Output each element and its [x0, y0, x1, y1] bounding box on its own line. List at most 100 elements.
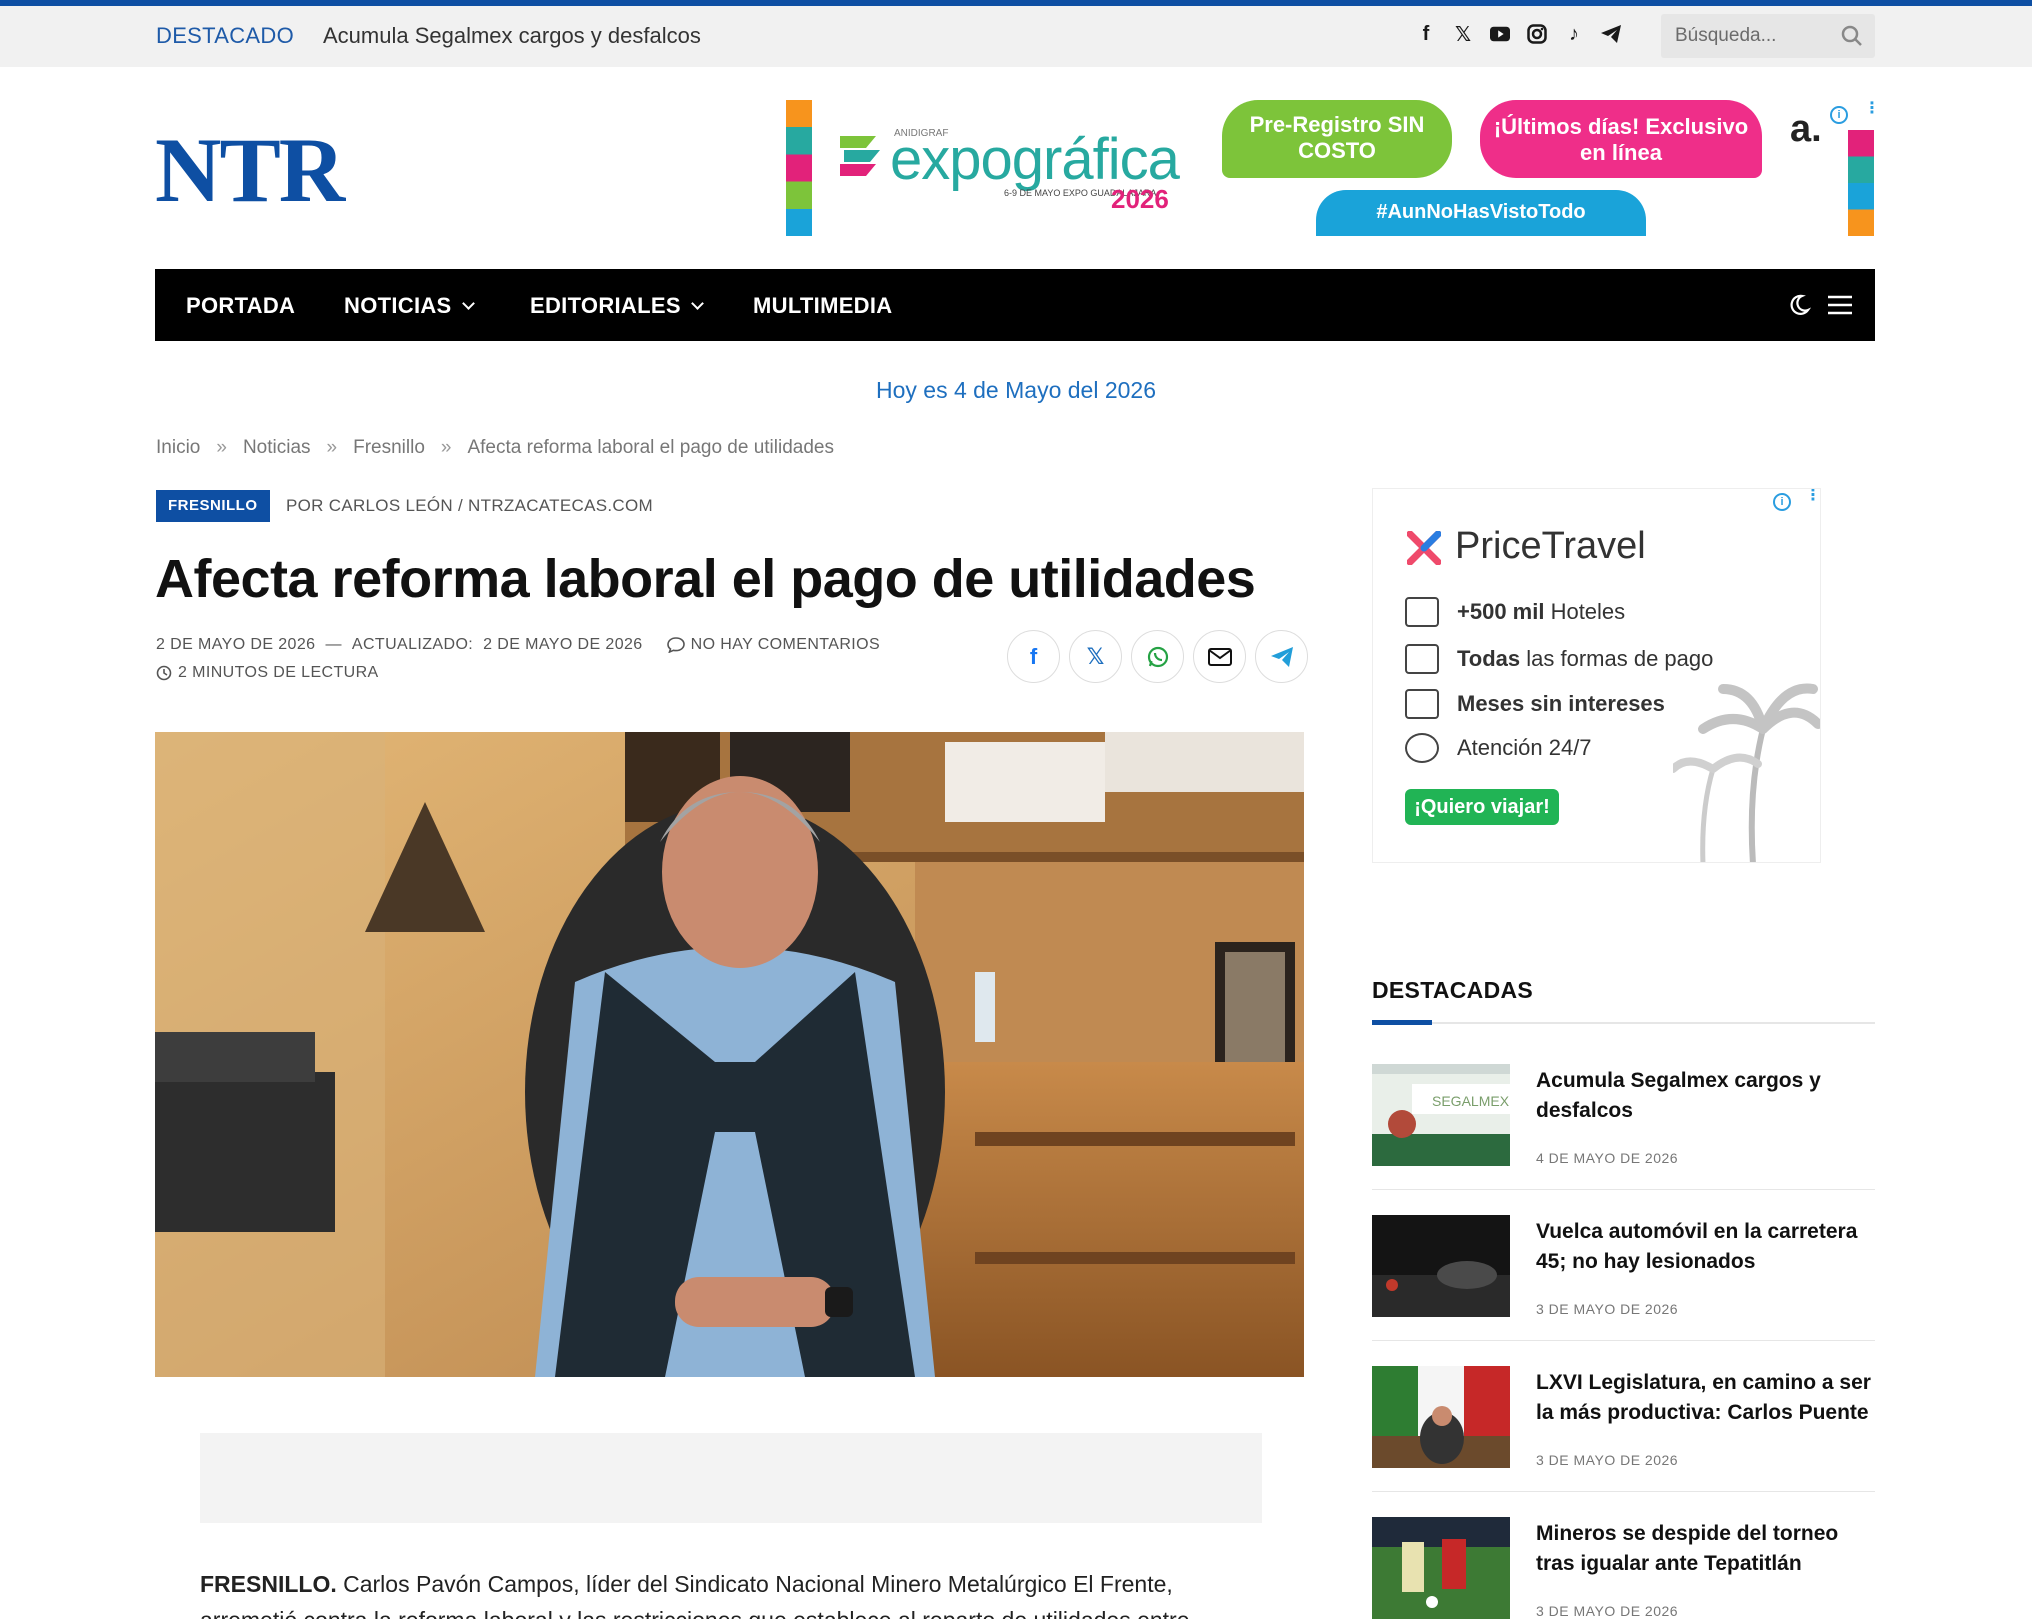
- nav-item-editoriales[interactable]: EDITORIALES: [530, 293, 704, 319]
- dark-mode-toggle-icon[interactable]: [1787, 293, 1811, 317]
- news-thumbnail[interactable]: [1372, 1517, 1510, 1619]
- side-ad-brand: PriceTravel: [1455, 525, 1646, 567]
- nav-item-multimedia[interactable]: MULTIMEDIA: [753, 293, 892, 319]
- article-lead-dateline: FRESNILLO.: [200, 1571, 337, 1597]
- sidebar-title: DESTACADAS: [1372, 977, 1534, 1003]
- news-date: 3 DE MAYO DE 2026: [1536, 1301, 1679, 1317]
- breadcrumb-inicio[interactable]: Inicio: [156, 437, 200, 459]
- list-item[interactable]: Vuelca automóvil en la carretera 45; no …: [1372, 1215, 1875, 1365]
- reading-time: 2 MINUTOS DE LECTURA: [156, 664, 379, 682]
- news-thumbnail[interactable]: [1372, 1215, 1510, 1317]
- share-x-icon[interactable]: 𝕏: [1069, 630, 1122, 683]
- ad-a-logo: a.: [1790, 108, 1822, 150]
- ad-bubble-preregistro: Pre-Registro SIN COSTO: [1222, 100, 1452, 178]
- breadcrumb-separator: »: [216, 437, 227, 458]
- ad-stripe-right: [1848, 130, 1874, 236]
- facebook-icon[interactable]: f: [1416, 20, 1436, 48]
- main-navigation: PORTADA NOTICIAS EDITORIALES MULTIMEDIA: [155, 269, 1875, 341]
- list-divider: [1372, 1340, 1875, 1341]
- ad-hashtag: #AunNoHasVistoTodo: [1316, 190, 1646, 236]
- article-title: Afecta reforma laboral el pago de utilid…: [155, 549, 1256, 609]
- side-ad-row: Atención 24/7: [1405, 733, 1592, 763]
- menu-icon[interactable]: [1828, 295, 1852, 315]
- share-whatsapp-icon[interactable]: [1131, 630, 1184, 683]
- article-body: FRESNILLO. Carlos Pavón Campos, líder de…: [200, 1566, 1262, 1619]
- search-input[interactable]: [1675, 14, 1835, 58]
- destacado-label: DESTACADO: [156, 23, 294, 48]
- meta-dash: —: [325, 636, 342, 653]
- inline-ad-placeholder: [200, 1433, 1262, 1523]
- breadcrumb: Inicio » Noticias » Fresnillo » Afecta r…: [156, 437, 834, 459]
- news-date: 3 DE MAYO DE 2026: [1536, 1452, 1679, 1468]
- breadcrumb-separator: »: [326, 437, 338, 458]
- share-buttons: f 𝕏: [1007, 630, 1308, 683]
- social-links: f 𝕏 ♪: [1416, 20, 1621, 48]
- search-icon[interactable]: [1841, 25, 1863, 47]
- article-featured-image: [155, 732, 1304, 1377]
- ad-brand: expográfica: [890, 127, 1180, 192]
- list-item[interactable]: SEGALMEX Acumula Segalmex cargos y desfa…: [1372, 1064, 1875, 1214]
- news-date: 4 DE MAYO DE 2026: [1536, 1150, 1679, 1166]
- news-title-link[interactable]: LXVI Legislatura, en camino a ser la más…: [1536, 1368, 1875, 1428]
- youtube-icon[interactable]: [1490, 20, 1510, 48]
- bed-icon: [1405, 597, 1439, 627]
- svg-text:SEGALMEX: SEGALMEX: [1432, 1093, 1510, 1109]
- list-item[interactable]: LXVI Legislatura, en camino a ser la más…: [1372, 1366, 1875, 1516]
- sidebar-title-accent: [1372, 1020, 1432, 1025]
- ad-options-icon[interactable]: ⋮: [1864, 101, 1880, 117]
- breadcrumb-separator: »: [440, 437, 452, 458]
- article-byline: POR CARLOS LEÓN / NTRZACATECAS.COM: [286, 496, 653, 515]
- chevron-down-icon: [461, 297, 475, 310]
- tiktok-icon[interactable]: ♪: [1564, 20, 1584, 48]
- top-bar: DESTACADO Acumula Segalmex cargos y desf…: [0, 6, 2032, 67]
- article-meta: 2 DE MAYO DE 2026 — ACTUALIZADO: 2 DE MA…: [156, 636, 880, 654]
- credit-card-icon: [1405, 689, 1439, 719]
- share-facebook-icon[interactable]: f: [1007, 630, 1060, 683]
- support-icon: [1405, 733, 1439, 763]
- news-date: 3 DE MAYO DE 2026: [1536, 1603, 1679, 1619]
- ad-info-icon[interactable]: i: [1830, 106, 1848, 124]
- shopping-bag-icon: [1405, 644, 1439, 674]
- current-date-banner: Hoy es 4 de Mayo del 2026: [875, 377, 1156, 403]
- nav-item-noticias[interactable]: NOTICIAS: [344, 293, 475, 319]
- publish-date: 2 DE MAYO DE 2026: [156, 636, 316, 653]
- updated-label: ACTUALIZADO:: [351, 636, 474, 653]
- breadcrumb-noticias[interactable]: Noticias: [243, 437, 311, 459]
- ad-bubble-ultimos: ¡Últimos días! Exclusivo en línea: [1480, 100, 1762, 178]
- nav-item-portada[interactable]: PORTADA: [186, 293, 295, 319]
- news-title-link[interactable]: Acumula Segalmex cargos y desfalcos: [1536, 1066, 1875, 1126]
- updated-date: 2 DE MAYO DE 2026: [483, 636, 643, 653]
- site-logo[interactable]: NTR: [155, 124, 345, 216]
- category-badge[interactable]: FRESNILLO: [156, 490, 270, 522]
- header-ad-banner[interactable]: ANIDIGRAF expográfica 6-9 DE MAYO EXPO G…: [786, 100, 1880, 236]
- article-lead-text: Carlos Pavón Campos, líder del Sindicato…: [200, 1571, 1190, 1619]
- pricetravel-logo-icon: [1407, 531, 1441, 565]
- comments-link[interactable]: NO HAY COMENTARIOS: [666, 636, 880, 654]
- side-ad-row: Meses sin intereses: [1405, 689, 1665, 719]
- news-thumbnail[interactable]: [1372, 1366, 1510, 1468]
- ad-info-icon[interactable]: i: [1773, 493, 1791, 511]
- share-telegram-icon[interactable]: [1255, 630, 1308, 683]
- news-title-link[interactable]: Mineros se despide del torneo tras igual…: [1536, 1519, 1875, 1579]
- share-email-icon[interactable]: [1193, 630, 1246, 683]
- breadcrumb-current: Afecta reforma laboral el pago de utilid…: [467, 437, 834, 458]
- ad-options-icon[interactable]: ⋮: [1805, 489, 1820, 504]
- list-divider: [1372, 1491, 1875, 1492]
- list-item[interactable]: Mineros se despide del torneo tras igual…: [1372, 1517, 1875, 1619]
- ad-year: 2026: [1111, 184, 1169, 214]
- expo-logo-mark: [840, 136, 880, 176]
- x-icon[interactable]: 𝕏: [1453, 20, 1473, 48]
- side-ad-row: Todas las formas de pago: [1405, 644, 1713, 674]
- breadcrumb-fresnillo[interactable]: Fresnillo: [353, 437, 425, 459]
- news-title-link[interactable]: Vuelca automóvil en la carretera 45; no …: [1536, 1217, 1875, 1277]
- instagram-icon[interactable]: [1527, 20, 1547, 48]
- side-ad-cta-button[interactable]: ¡Quiero viajar!: [1405, 789, 1559, 825]
- news-thumbnail[interactable]: SEGALMEX: [1372, 1064, 1510, 1166]
- ad-stripe-left: [786, 100, 812, 236]
- ticker-headline-link[interactable]: Acumula Segalmex cargos y desfalcos: [323, 23, 701, 49]
- sidebar-ad[interactable]: i ⋮ PriceTravel +500 mil Hoteles Todas l…: [1372, 488, 1821, 863]
- clock-icon: [156, 665, 172, 681]
- comment-icon: [666, 637, 685, 653]
- list-divider: [1372, 1189, 1875, 1190]
- telegram-icon[interactable]: [1601, 20, 1621, 48]
